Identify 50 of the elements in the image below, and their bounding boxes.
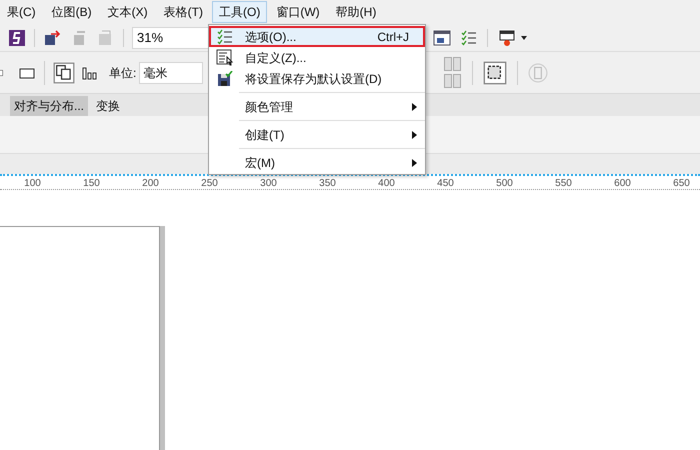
caret-icon[interactable]	[520, 34, 528, 40]
menu-entry-label: 颜色管理	[245, 98, 293, 116]
ruler-label: 150	[83, 177, 100, 189]
menu-item[interactable]: 帮助(H)	[328, 1, 384, 23]
logo-icon[interactable]	[8, 28, 26, 46]
unit-combo[interactable]: 毫米	[139, 62, 204, 84]
menu-item[interactable]: 位图(B)	[44, 1, 99, 23]
menu-entry[interactable]: 颜色管理	[209, 96, 425, 117]
menu-entry[interactable]: 自定义(Z)...	[209, 47, 425, 68]
menu-entry-label: 创建(T)	[245, 126, 284, 144]
save-icon	[217, 70, 233, 86]
menu-item[interactable]: 表格(T)	[156, 1, 210, 23]
ruler-label: 600	[614, 177, 631, 189]
launcher-icon[interactable]	[498, 28, 516, 46]
ruler-label: 450	[437, 177, 454, 189]
menu-entry-label: 自定义(Z)...	[245, 50, 306, 66]
menu-entry-label: 宏(M)	[245, 154, 275, 172]
export-icon[interactable]	[43, 28, 61, 46]
ruler-label: 550	[555, 177, 572, 189]
menu-item[interactable]: 文本(X)	[100, 1, 155, 23]
ruler-label: 200	[142, 177, 159, 189]
checklist-icon	[217, 28, 233, 44]
docker-tab[interactable]: 对齐与分布...	[10, 96, 88, 116]
menu-entry[interactable]: 宏(M)	[209, 152, 425, 173]
menu-item[interactable]: 果(C)	[0, 1, 43, 23]
ruler-label: 500	[496, 177, 513, 189]
ruler-label: 400	[378, 177, 395, 189]
ruler-label: 300	[260, 177, 277, 189]
ruler-label: 650	[673, 177, 690, 189]
unit-label: 单位:	[109, 64, 136, 82]
menu-entry[interactable]: 创建(T)	[209, 124, 425, 145]
menu-item[interactable]: 窗口(W)	[269, 1, 327, 23]
submenu-arrow-icon	[412, 158, 417, 166]
submenu-arrow-icon	[412, 130, 417, 138]
menu-entry[interactable]: 选项(O)... Ctrl+J	[209, 26, 425, 47]
checklist-icon	[461, 30, 477, 46]
select-frame-icon[interactable]	[483, 60, 507, 84]
window-icon[interactable]	[433, 28, 451, 46]
docker-tab[interactable]: 变换	[92, 96, 124, 116]
customize-icon	[216, 48, 234, 66]
ruler-label: 100	[24, 177, 41, 189]
pages-icon[interactable]	[53, 62, 75, 84]
shortcut-label: Ctrl+J	[377, 28, 409, 46]
menu-entry-label: 选项(O)...	[245, 28, 296, 46]
menu-item[interactable]: 工具(O)	[212, 1, 268, 23]
menu-entry[interactable]: 将设置保存为默认设置(D)	[209, 68, 425, 89]
menu-entry-label: 将设置保存为默认设置(D)	[245, 70, 382, 88]
submenu-arrow-icon	[412, 102, 417, 110]
ruler-label: 250	[201, 177, 218, 189]
ruler-label: 350	[319, 177, 336, 189]
